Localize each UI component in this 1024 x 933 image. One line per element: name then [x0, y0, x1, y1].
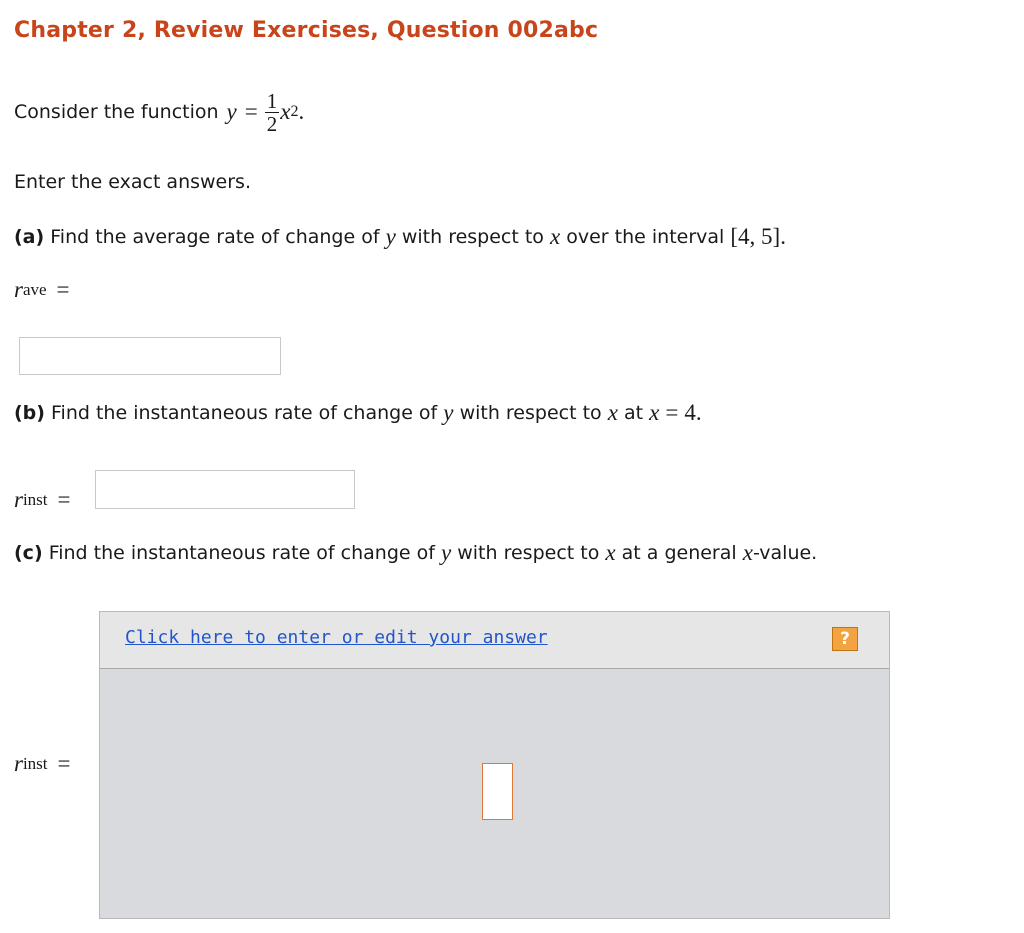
part-b-var-y: y — [443, 400, 454, 425]
r-ave-var: r — [14, 277, 23, 302]
part-a-answer-label: r ave = — [14, 275, 70, 305]
r-inst-b-equals: = — [57, 487, 71, 512]
part-c-gen-var: x — [742, 540, 753, 565]
part-c-answer-label: r inst = — [14, 749, 71, 779]
part-c-question: (c) Find the instantaneous rate of chang… — [14, 538, 817, 568]
part-b-label: (b) — [14, 402, 45, 424]
consider-text: Consider the function — [14, 101, 219, 123]
part-a-interval: [4, 5] — [730, 224, 781, 249]
part-c-text-4: -value. — [752, 542, 818, 564]
part-b-text-1: Find the instantaneous rate of change of — [51, 402, 438, 424]
func-var: x — [280, 99, 291, 124]
r-inst-c-sub: inst — [22, 754, 48, 773]
r-inst-b-sub: inst — [22, 490, 48, 509]
part-c-text-1: Find the instantaneous rate of change of — [48, 542, 435, 564]
r-inst-input[interactable] — [95, 470, 355, 509]
r-inst-b-var: r — [14, 487, 23, 512]
func-exponent: 2 — [290, 103, 299, 120]
part-b-cond-var: x — [649, 400, 660, 425]
part-a-var-y: y — [385, 224, 396, 249]
part-c-text-3: at a general — [621, 542, 737, 564]
part-c-text-2: with respect to — [457, 542, 600, 564]
part-a-label: (a) — [14, 226, 45, 248]
func-period: . — [298, 99, 305, 124]
func-equals: = — [244, 99, 258, 124]
part-a-text-1: Find the average rate of change of — [50, 226, 380, 248]
part-a-var-x: x — [549, 224, 561, 249]
part-a-end: . — [780, 224, 786, 249]
r-ave-equals: = — [56, 277, 70, 302]
r-inst-c-var: r — [14, 751, 23, 776]
part-c-label: (c) — [14, 542, 43, 564]
help-button[interactable]: ? — [832, 627, 858, 651]
r-ave-sub: ave — [22, 280, 47, 299]
func-lhs-var: y — [226, 99, 237, 124]
part-b-var-x: x — [607, 400, 618, 425]
instruction-text: Enter the exact answers. — [14, 171, 251, 193]
r-inst-c-equals: = — [57, 751, 71, 776]
func-frac-den: 2 — [264, 111, 280, 136]
part-c-var-y: y — [440, 540, 452, 565]
part-c-var-x: x — [605, 540, 616, 565]
part-b-question: (b) Find the instantaneous rate of chang… — [14, 398, 702, 428]
page-title: Chapter 2, Review Exercises, Question 00… — [14, 18, 599, 43]
part-a-text-2: with respect to — [401, 226, 544, 248]
function-statement: Consider the function y = 1 2 x2. — [14, 82, 304, 142]
editor-header: Click here to enter or edit your answer … — [100, 612, 889, 669]
r-ave-input[interactable] — [19, 337, 281, 375]
part-a-question: (a) Find the average rate of change of y… — [14, 222, 786, 252]
func-fraction: 1 2 — [264, 88, 280, 136]
part-a-text-3: over the interval — [566, 226, 725, 248]
part-b-text-3: at — [623, 402, 644, 424]
edit-answer-link[interactable]: Click here to enter or edit your answer — [125, 627, 548, 648]
answer-entry-slot[interactable] — [482, 763, 513, 820]
part-b-text-2: with respect to — [459, 402, 602, 424]
part-b-cond-eq: = — [665, 400, 679, 425]
func-frac-num: 1 — [266, 88, 278, 113]
part-b-cond-val: 4. — [684, 400, 702, 425]
part-b-answer-label: r inst = — [14, 485, 71, 515]
